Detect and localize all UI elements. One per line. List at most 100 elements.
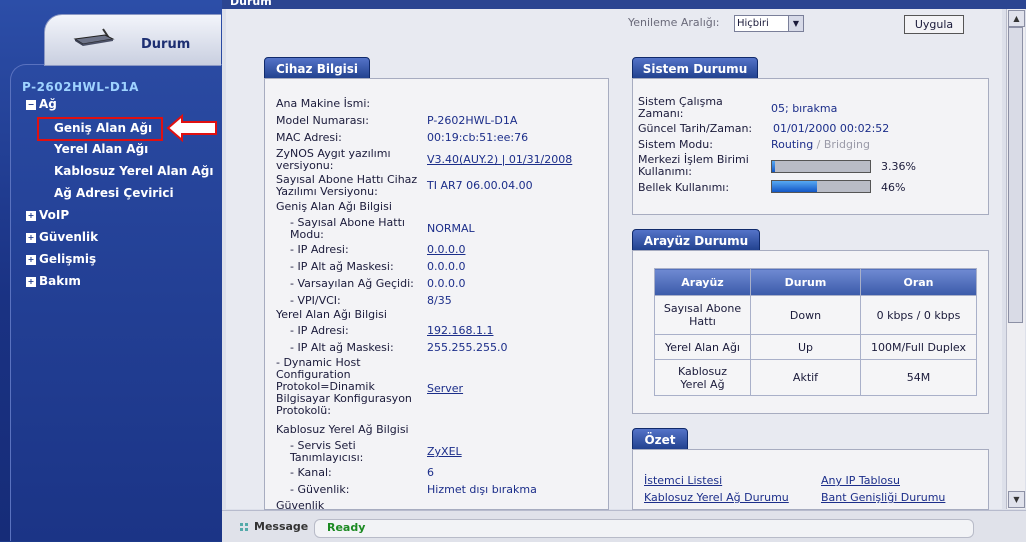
memory-usage-fill xyxy=(772,181,817,192)
system-mode-value: Routing / Bridging xyxy=(771,139,870,151)
firmware-link[interactable]: V3.40(AUY.2) | 01/31/2008 xyxy=(427,154,572,166)
dhcp-link[interactable]: Server xyxy=(427,383,463,395)
tab-durum[interactable]: Durum xyxy=(44,14,221,66)
scroll-down-icon[interactable]: ▼ xyxy=(1008,491,1025,508)
firmware-label: ZyNOS Aygıt yazılımı versiyonu: xyxy=(276,147,391,172)
mode-bridging: Bridging xyxy=(823,138,870,151)
vpi-vci-label: - VPI/VCI: xyxy=(290,294,341,307)
plus-box-icon: + xyxy=(26,277,36,287)
uptime-label: Sistem Çalışma Zamanı: xyxy=(638,95,723,120)
model-label: Model Numarası: xyxy=(276,114,369,127)
wlan-info-label: Kablosuz Yerel Ağ Bilgisi xyxy=(276,423,409,436)
column-header: Arayüz xyxy=(654,268,751,296)
sidebar-item-yerel-alan-agi[interactable]: Yerel Alan Ağı xyxy=(54,142,148,156)
grip-icon xyxy=(240,523,248,531)
sidebar-item-label: Gelişmiş xyxy=(39,252,97,266)
scroll-thumb[interactable] xyxy=(1008,27,1023,323)
highlight-box xyxy=(37,117,163,141)
bandwidth-status-link[interactable]: Bant Genişliği Durumu xyxy=(821,492,945,504)
plus-box-icon: + xyxy=(26,255,36,265)
security-label: Güvenlik xyxy=(276,499,325,512)
lan-subnet-label: - IP Alt ağ Maskesi: xyxy=(290,341,394,354)
sidebar-item-label: Ağ Adresi Çevirici xyxy=(54,186,174,200)
scroll-up-icon[interactable]: ▲ xyxy=(1008,10,1025,27)
lan-ip-link[interactable]: 192.168.1.1 xyxy=(427,325,493,337)
lan-info-label: Yerel Alan Ağı Bilgisi xyxy=(276,308,387,321)
uptime-value: 05; bırakma xyxy=(771,102,838,115)
sidebar: Durum P-2602HWL-D1A − Ağ Geniş Alan Ağı Y… xyxy=(0,0,222,541)
table-cell: 100M/Full Duplex xyxy=(860,334,977,360)
datetime-value: 01/01/2000 00:02:52 xyxy=(773,122,890,135)
table-cell: 54M xyxy=(860,359,977,396)
ssid-link[interactable]: ZyXEL xyxy=(427,446,462,458)
wlan-security-value: Hizmet dışı bırakma xyxy=(427,483,537,496)
sidebar-item-label: Kablosuz Yerel Alan Ağı xyxy=(54,164,214,178)
table-row: Kablosuz Yerel Ağ Aktif 54M xyxy=(654,359,977,396)
summary-header: Özet xyxy=(632,428,688,450)
sidebar-item-ag[interactable]: − Ağ xyxy=(26,97,57,111)
vertical-scrollbar[interactable]: ▲ ▼ xyxy=(1006,9,1025,509)
sidebar-item-label: Yerel Alan Ağı xyxy=(54,142,149,156)
page-title-bar: Durum xyxy=(222,0,1026,9)
memory-usage-label: Bellek Kullanımı: xyxy=(638,181,730,194)
memory-usage-value: 46% xyxy=(881,181,906,194)
mac-label: MAC Adresi: xyxy=(276,131,342,144)
client-list-link[interactable]: İstemci Listesi xyxy=(644,475,722,487)
status-message-field: Ready xyxy=(314,519,974,538)
red-arrow-icon xyxy=(166,114,217,142)
sidebar-item-kablosuz-yerel-alan-agi[interactable]: Kablosuz Yerel Alan Ağı xyxy=(54,164,213,178)
sidebar-item-bakim[interactable]: + Bakım xyxy=(26,274,81,288)
model-value: P-2602HWL-D1A xyxy=(427,114,518,127)
device-info-header: Cihaz Bilgisi xyxy=(264,57,370,79)
minus-box-icon: − xyxy=(26,100,36,110)
cpu-usage-value: 3.36% xyxy=(881,160,916,173)
wan-subnet-value: 0.0.0.0 xyxy=(427,260,466,273)
plus-box-icon: + xyxy=(26,211,36,221)
wan-gateway-label: - Varsayılan Ağ Geçidi: xyxy=(290,277,414,290)
interface-table: Arayüz Durum Oran Sayısal Abone Hattı Do… xyxy=(654,268,977,396)
ssid-label: - Servis Seti Tanımlayıcısı: xyxy=(290,439,364,464)
sidebar-item-label: Ağ xyxy=(39,97,57,111)
sidebar-item-voip[interactable]: + VoIP xyxy=(26,208,69,222)
table-cell: Sayısal Abone Hattı xyxy=(654,295,751,335)
dsl-mode-value: NORMAL xyxy=(427,222,475,235)
lan-ip-label: - IP Adresi: xyxy=(290,324,349,337)
chevron-down-icon[interactable]: ▼ xyxy=(788,16,803,31)
page-title: Durum xyxy=(230,0,272,8)
column-header: Durum xyxy=(750,268,861,296)
table-row: Sayısal Abone Hattı Down 0 kbps / 0 kbps xyxy=(654,295,977,335)
channel-label: - Kanal: xyxy=(290,466,332,479)
mac-value: 00:19:cb:51:ee:76 xyxy=(427,131,529,144)
wlan-security-label: - Güvenlik: xyxy=(290,483,350,496)
wan-subnet-label: - IP Alt ağ Maskesi: xyxy=(290,260,394,273)
table-row: Yerel Alan Ağı Up 100M/Full Duplex xyxy=(654,334,977,360)
vpi-vci-value: 8/35 xyxy=(427,294,452,307)
sidebar-item-label: Bakım xyxy=(39,274,81,288)
wan-ip-link[interactable]: 0.0.0.0 xyxy=(427,244,465,256)
sidebar-item-ag-adresi-cevirici[interactable]: Ağ Adresi Çevirici xyxy=(54,186,174,200)
refresh-interval-select[interactable]: Hiçbiri ▼ xyxy=(734,15,804,32)
status-bar: Message Ready xyxy=(222,510,1026,542)
apply-button[interactable]: Uygula xyxy=(904,15,964,34)
cpu-usage-bar xyxy=(771,160,871,173)
table-cell: Yerel Alan Ağı xyxy=(654,334,751,360)
refresh-interval-value: Hiçbiri xyxy=(737,18,769,29)
hostname-label: Ana Makine İsmi: xyxy=(276,97,371,110)
status-message: Ready xyxy=(327,521,366,534)
sidebar-item-gelismis[interactable]: + Gelişmiş xyxy=(26,252,96,266)
mode-separator: / xyxy=(813,138,824,151)
datetime-label: Güncel Tarih/Zaman: xyxy=(638,122,753,135)
dhcp-label: - Dynamic Host Configuration Protokol=Di… xyxy=(276,356,412,417)
wan-ip-label: - IP Adresi: xyxy=(290,243,349,256)
memory-usage-bar xyxy=(771,180,871,193)
any-ip-table-link[interactable]: Any IP Tablosu xyxy=(821,475,900,487)
status-label: Message xyxy=(254,520,309,533)
sidebar-item-label: Güvenlik xyxy=(39,230,99,244)
table-cell: Aktif xyxy=(750,359,861,396)
system-status-header: Sistem Durumu xyxy=(632,57,758,79)
table-cell: 0 kbps / 0 kbps xyxy=(860,295,977,335)
dsl-firmware-value: TI AR7 06.00.04.00 xyxy=(427,179,533,192)
wlan-status-link[interactable]: Kablosuz Yerel Ağ Durumu xyxy=(644,492,789,504)
sidebar-item-guvenlik[interactable]: + Güvenlik xyxy=(26,230,98,244)
mode-routing: Routing xyxy=(771,138,814,151)
